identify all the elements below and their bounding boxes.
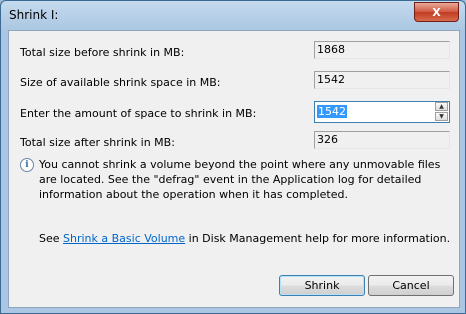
- shrink-help-link[interactable]: Shrink a Basic Volume: [63, 232, 185, 245]
- close-button[interactable]: X: [414, 2, 459, 22]
- shrink-amount-stepper[interactable]: 1542 ▲ ▼: [314, 101, 450, 123]
- shrink-button[interactable]: Shrink: [279, 275, 365, 296]
- close-icon: X: [432, 5, 441, 19]
- window-title: Shrink I:: [9, 8, 59, 22]
- cancel-button[interactable]: Cancel: [368, 275, 454, 296]
- available-space-field: 1542: [314, 71, 450, 89]
- help-text: See Shrink a Basic Volume in Disk Manage…: [39, 232, 450, 245]
- title-bar[interactable]: Shrink I: X: [1, 1, 465, 31]
- info-message: You cannot shrink a volume beyond the po…: [39, 158, 441, 201]
- total-before-field: 1868: [314, 41, 450, 59]
- dialog-body: Total size before shrink in MB: 1868 Siz…: [8, 30, 460, 308]
- total-after-field: 326: [314, 131, 450, 149]
- total-before-label: Total size before shrink in MB:: [20, 46, 185, 59]
- info-icon: i: [20, 158, 34, 172]
- spin-up-icon[interactable]: ▲: [435, 102, 448, 111]
- help-suffix: in Disk Management help for more informa…: [185, 232, 451, 245]
- help-prefix: See: [39, 232, 64, 245]
- spin-down-icon[interactable]: ▼: [435, 112, 448, 121]
- shrink-dialog: Shrink I: X Total size before shrink in …: [0, 0, 466, 314]
- available-space-label: Size of available shrink space in MB:: [20, 76, 221, 89]
- shrink-amount-input[interactable]: 1542: [317, 105, 347, 118]
- shrink-amount-label: Enter the amount of space to shrink in M…: [20, 107, 257, 120]
- total-after-label: Total size after shrink in MB:: [20, 136, 175, 149]
